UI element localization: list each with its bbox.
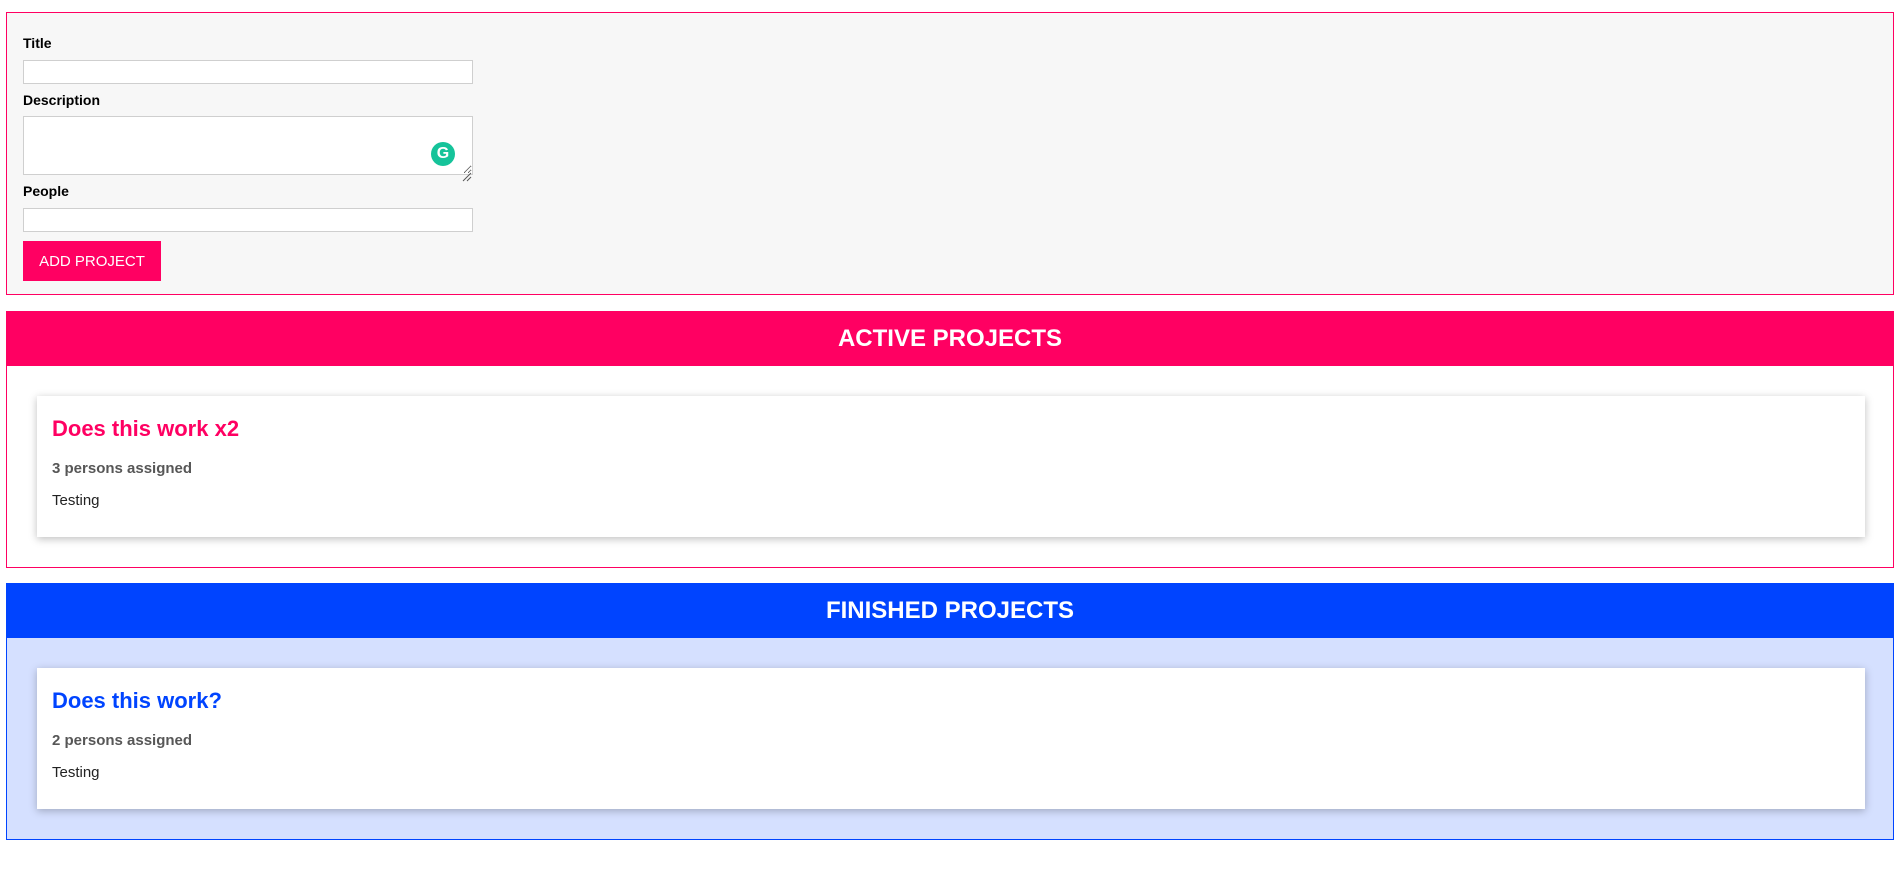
- title-label: Title: [23, 35, 52, 51]
- finished-projects-section: FINISHED PROJECTS Does this work? 2 pers…: [6, 583, 1894, 840]
- description-textarea[interactable]: [23, 116, 473, 175]
- finished-projects-header: FINISHED PROJECTS: [7, 584, 1893, 638]
- project-title: Does this work x2: [52, 416, 240, 441]
- project-card[interactable]: Does this work? 2 persons assigned Testi…: [37, 668, 1865, 809]
- people-label: People: [23, 183, 69, 199]
- project-input-form: Title Description G People ADD PROJECT: [6, 12, 1894, 295]
- project-description: Testing: [52, 492, 100, 509]
- active-projects-header: ACTIVE PROJECTS: [7, 312, 1893, 366]
- description-label: Description: [23, 92, 101, 108]
- title-input[interactable]: [23, 60, 473, 84]
- grammarly-icon[interactable]: G: [431, 142, 455, 166]
- add-project-button[interactable]: ADD PROJECT: [23, 241, 161, 281]
- project-description: Testing: [52, 764, 100, 781]
- project-people: 2 persons assigned: [52, 732, 193, 749]
- project-title: Does this work?: [52, 688, 222, 713]
- people-input[interactable]: [23, 208, 473, 232]
- project-people: 3 persons assigned: [52, 460, 193, 477]
- resize-handle-icon[interactable]: [462, 172, 472, 182]
- project-card[interactable]: Does this work x2 3 persons assigned Tes…: [37, 396, 1865, 537]
- active-projects-section: ACTIVE PROJECTS Does this work x2 3 pers…: [6, 311, 1894, 568]
